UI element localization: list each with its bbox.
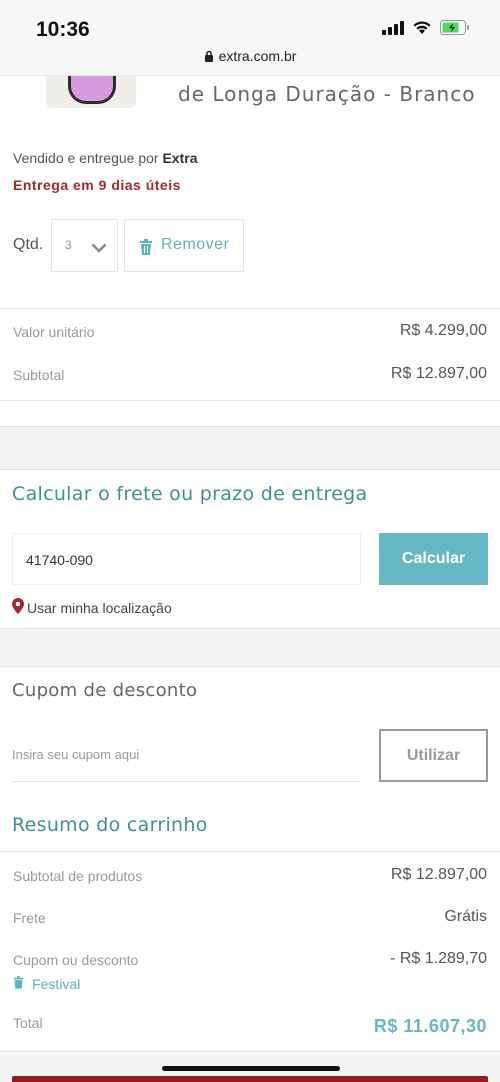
- coupon-name: Festival: [32, 976, 81, 992]
- shipping-value: Grátis: [444, 908, 487, 925]
- remove-button[interactable]: Remover: [124, 219, 244, 272]
- discount-label: Cupom ou desconto: [13, 952, 139, 968]
- checkout-bar[interactable]: [12, 1076, 488, 1082]
- seller-info: Vendido e entregue por Extra: [13, 150, 198, 166]
- cart-summary: Subtotal de produtos R$ 12.897,00 Frete …: [0, 851, 500, 1052]
- battery-icon: [440, 20, 470, 35]
- map-pin-icon: [12, 598, 24, 617]
- item-subtotal-label: Subtotal: [13, 367, 65, 383]
- shipping-title: Calcular o frete ou prazo de entrega: [12, 483, 368, 505]
- trash-icon[interactable]: [13, 976, 24, 992]
- delivery-estimate: Entrega em 9 dias úteis: [13, 177, 181, 193]
- product-title[interactable]: de Longa Duração - Branco: [178, 82, 475, 106]
- discount-value: - R$ 1.289,70: [390, 950, 487, 967]
- quantity-value: 3: [65, 238, 72, 252]
- cart-item-card: de Longa Duração - Branco Vendido e entr…: [0, 76, 500, 427]
- seller-name: Extra: [162, 150, 198, 166]
- products-subtotal-label: Subtotal de produtos: [13, 868, 143, 884]
- summary-title: Resumo do carrinho: [12, 814, 208, 836]
- coupon-title: Cupom de desconto: [12, 680, 198, 701]
- products-subtotal-value: R$ 12.897,00: [390, 866, 487, 883]
- calculate-button[interactable]: Calcular: [379, 533, 488, 585]
- seller-prefix: Vendido e entregue por: [13, 150, 159, 166]
- unit-price-label: Valor unitário: [13, 324, 95, 340]
- chevron-down-icon: [91, 240, 107, 258]
- home-indicator: [162, 1066, 340, 1071]
- coupon-input[interactable]: Insira seu cupom aqui: [12, 740, 360, 782]
- use-location-link[interactable]: Usar minha localização: [12, 598, 172, 617]
- unit-price-value: R$ 4.299,00: [399, 322, 487, 339]
- coupon-section: Cupom de desconto Insira seu cupom aqui …: [0, 666, 500, 795]
- applied-coupon[interactable]: Festival: [13, 976, 80, 992]
- use-location-label: Usar minha localização: [27, 599, 172, 616]
- shipping-calculator: Calcular o frete ou prazo de entrega 417…: [0, 469, 500, 629]
- url-text: extra.com.br: [218, 48, 297, 64]
- apply-coupon-button[interactable]: Utilizar: [379, 729, 488, 782]
- summary-header: Resumo do carrinho: [0, 795, 500, 851]
- product-image[interactable]: [46, 76, 136, 108]
- shipping-label: Frete: [13, 910, 46, 926]
- trash-icon: [139, 239, 153, 260]
- quantity-select[interactable]: 3: [51, 219, 118, 272]
- status-icons: [382, 20, 470, 35]
- lock-icon: [204, 49, 214, 65]
- item-subtotal-value: R$ 12.897,00: [390, 365, 487, 382]
- remove-label: Remover: [161, 236, 230, 253]
- signal-icon: [382, 20, 404, 35]
- total-label: Total: [13, 1015, 43, 1031]
- cep-input[interactable]: 41740-090: [12, 533, 361, 585]
- divider: [0, 308, 500, 309]
- quantity-label: Qtd.: [13, 236, 44, 253]
- status-bar: 10:36 extra.com.br: [0, 0, 500, 76]
- wifi-icon: [412, 20, 432, 35]
- address-bar[interactable]: extra.com.br: [0, 48, 500, 65]
- total-value: R$ 11.607,30: [373, 1016, 487, 1036]
- status-time: 10:36: [36, 18, 90, 41]
- divider: [0, 400, 500, 401]
